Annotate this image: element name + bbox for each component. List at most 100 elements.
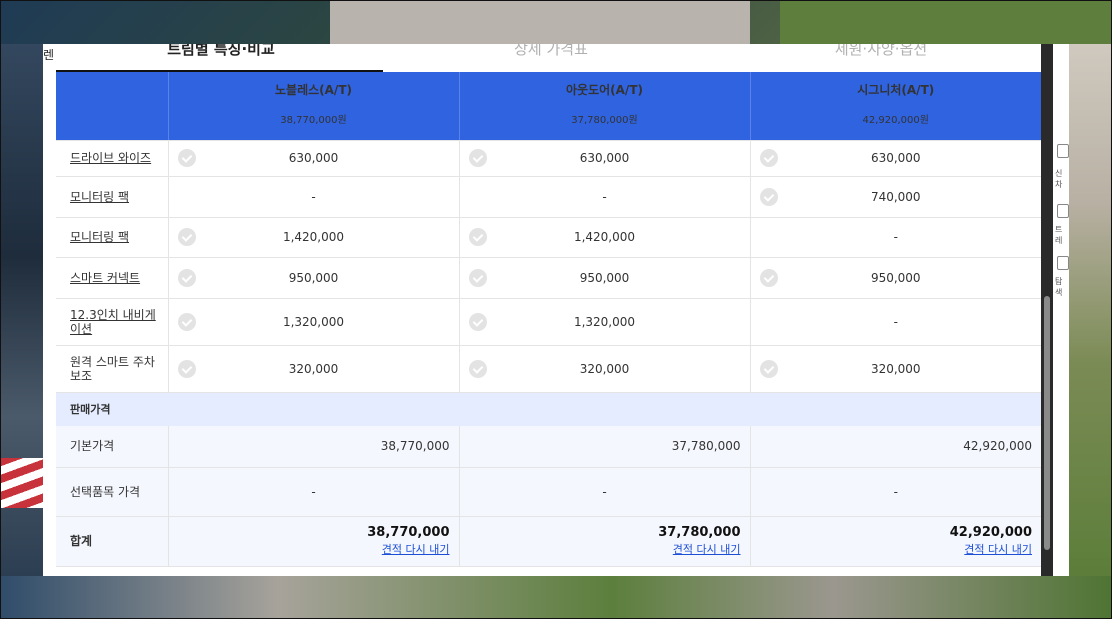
tab-specs-options[interactable]: 제원·사양·옵션 — [716, 44, 1046, 59]
option-value-cell: 630,000 — [458, 140, 750, 177]
total-label: 합계 — [56, 516, 168, 567]
option-price: 320,000 — [288, 361, 339, 376]
redo-estimate-link[interactable]: 견적 다시 내기 — [170, 541, 450, 557]
check-icon[interactable] — [177, 228, 196, 246]
total-cell: 37,780,000 견적 다시 내기 — [458, 516, 750, 567]
background-road — [330, 0, 750, 44]
tab-trim-compare[interactable]: 트림별 특징·비교 — [56, 44, 386, 59]
option-value-cell: 950,000 — [167, 257, 459, 299]
total-value: 42,920,000 — [949, 525, 1032, 540]
option-label-cell: 12.3인치 내비게이션 — [56, 298, 168, 346]
header-trim-3: 시그니처(A/T) 42,920,000원 — [749, 72, 1041, 141]
option-label-cell: 모니터링 팩 — [56, 176, 168, 218]
check-icon[interactable] — [759, 268, 778, 287]
right-panel-label: 트레 — [1055, 225, 1063, 245]
option-row: 스마트 커넥트 950,000 950,000 950,000 — [56, 257, 1041, 299]
option-value-cell: 320,000 — [458, 345, 750, 393]
option-price: 1,320,000 — [573, 314, 636, 329]
base-price-value: 42,920,000 — [749, 426, 1041, 468]
option-price: - — [602, 189, 607, 204]
scrollbar-thumb[interactable] — [1044, 296, 1050, 550]
option-link[interactable]: 스마트 커넥트 — [70, 271, 140, 285]
redo-estimate-link[interactable]: 견적 다시 내기 — [461, 541, 741, 557]
check-icon[interactable] — [468, 268, 487, 287]
option-price: 1,420,000 — [282, 230, 345, 244]
option-label-cell: 스마트 커넥트 — [56, 257, 168, 299]
option-price: 630,000 — [288, 151, 339, 165]
option-value-cell: 320,000 — [167, 345, 459, 393]
option-value-cell: 950,000 — [749, 257, 1041, 299]
right-panel-label: 탐색 — [1055, 277, 1063, 297]
check-icon[interactable] — [759, 149, 778, 167]
option-price: 950,000 — [870, 270, 921, 285]
section-title: 판매가격 — [56, 392, 1041, 426]
option-price-row: 선택품목 가격 - - - — [56, 467, 1041, 517]
option-value-cell: 320,000 — [749, 345, 1041, 393]
option-value-cell: 1,420,000 — [458, 217, 750, 258]
option-price: 630,000 — [579, 151, 630, 165]
option-price: 950,000 — [288, 270, 339, 285]
option-link[interactable]: 드라이브 와이즈 — [70, 151, 151, 165]
option-value-cell: - — [458, 176, 750, 218]
base-price-value: 37,780,000 — [458, 426, 750, 468]
base-price-row: 기본가격 38,770,000 37,780,000 42,920,000 — [56, 426, 1041, 468]
check-icon[interactable] — [177, 312, 196, 331]
option-row: 드라이브 와이즈 630,000 630,000 630,000 — [56, 140, 1041, 177]
background-flag — [0, 458, 43, 508]
trim-name: 아웃도어(A/T) — [566, 83, 643, 97]
check-icon[interactable] — [468, 228, 487, 246]
header-trim-1: 노블레스(A/T) 38,770,000원 — [167, 72, 459, 141]
check-icon[interactable] — [759, 359, 778, 378]
option-value-cell: 740,000 — [749, 176, 1041, 218]
new-car-icon[interactable] — [1057, 144, 1069, 158]
total-cell: 38,770,000 견적 다시 내기 — [167, 516, 459, 567]
option-value-cell: - — [749, 217, 1041, 258]
option-label-cell: 드라이브 와이즈 — [56, 140, 168, 177]
background-left-text: 렌 — [43, 48, 55, 62]
price-section-header: 판매가격 — [56, 392, 1041, 426]
total-value: 38,770,000 — [367, 525, 450, 540]
option-price: - — [893, 314, 898, 329]
option-value-cell: 950,000 — [458, 257, 750, 299]
option-price: 740,000 — [870, 189, 921, 204]
total-cell: 42,920,000 견적 다시 내기 — [749, 516, 1041, 567]
check-icon[interactable] — [468, 149, 487, 167]
option-label-cell: 원격 스마트 주차 보조 — [56, 345, 168, 393]
option-row: 원격 스마트 주차 보조 320,000 320,000 320,000 — [56, 345, 1041, 393]
header-empty-cell — [56, 72, 168, 141]
option-price: 1,420,000 — [573, 230, 636, 244]
search-icon[interactable] — [1057, 256, 1069, 270]
option-link[interactable]: 모니터링 팩 — [70, 190, 129, 204]
trim-name: 노블레스(A/T) — [275, 83, 352, 97]
trend-icon[interactable] — [1057, 204, 1069, 218]
option-value-cell: 1,320,000 — [458, 298, 750, 346]
option-link[interactable]: 12.3인치 내비게이션 — [70, 308, 156, 336]
option-price: 320,000 — [870, 361, 921, 376]
option-value-cell: 1,420,000 — [167, 217, 459, 258]
option-price-value: - — [458, 467, 750, 517]
option-price: - — [311, 189, 316, 204]
background-bottom — [0, 576, 1112, 619]
check-icon[interactable] — [468, 359, 487, 378]
option-price: 1,320,000 — [282, 314, 345, 329]
header-trim-2: 아웃도어(A/T) 37,780,000원 — [458, 72, 750, 141]
option-value-cell: - — [749, 298, 1041, 346]
check-icon[interactable] — [177, 359, 196, 378]
option-value-cell: - — [167, 176, 459, 218]
option-price: 630,000 — [870, 151, 921, 165]
total-row: 합계 38,770,000 견적 다시 내기 37,780,000 견적 다시 … — [56, 516, 1041, 567]
tab-price-table[interactable]: 상세 가격표 — [386, 44, 716, 59]
option-price: - — [893, 230, 898, 244]
trim-price: 37,780,000원 — [571, 115, 638, 126]
modal-scrollbar[interactable] — [1041, 44, 1053, 576]
check-icon[interactable] — [177, 149, 196, 167]
check-icon[interactable] — [177, 268, 196, 287]
check-icon[interactable] — [759, 187, 778, 206]
check-icon[interactable] — [468, 312, 487, 331]
table-header-row: 노블레스(A/T) 38,770,000원 아웃도어(A/T) 37,780,0… — [56, 72, 1041, 141]
background-grass — [780, 0, 1112, 44]
redo-estimate-link[interactable]: 견적 다시 내기 — [752, 541, 1032, 557]
option-link[interactable]: 모니터링 팩 — [70, 230, 129, 244]
option-price-value: - — [749, 467, 1041, 517]
option-row: 12.3인치 내비게이션 1,320,000 1,320,000 - — [56, 298, 1041, 346]
